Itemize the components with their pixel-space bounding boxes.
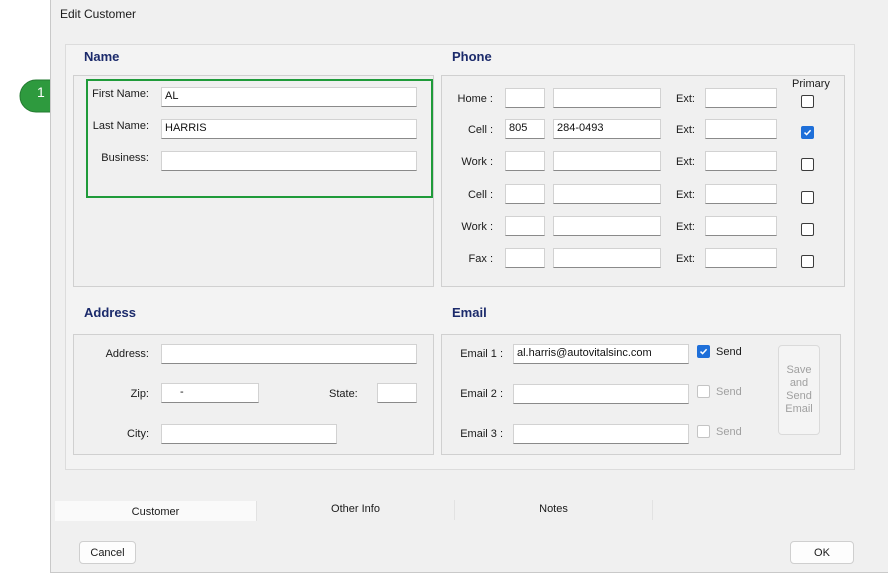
phone-number-input[interactable] bbox=[553, 88, 661, 108]
phone-ext-input[interactable] bbox=[705, 119, 777, 139]
city-input[interactable] bbox=[161, 424, 337, 444]
first-name-label: First Name: bbox=[92, 88, 149, 100]
email-row-label: Email 1 : bbox=[460, 348, 503, 360]
cancel-button[interactable]: Cancel bbox=[79, 541, 136, 564]
email-input[interactable] bbox=[513, 384, 689, 404]
save-button-line-2: and bbox=[789, 377, 809, 389]
email-row-label: Email 2 : bbox=[460, 388, 503, 400]
phone-row-label: Work : bbox=[461, 156, 493, 168]
phone-ext-label: Ext: bbox=[676, 124, 695, 136]
city-label: City: bbox=[127, 428, 149, 440]
email-input[interactable] bbox=[513, 424, 689, 444]
phone-primary-checkbox[interactable] bbox=[801, 158, 814, 171]
primary-header: Primary bbox=[792, 78, 830, 90]
business-input[interactable] bbox=[161, 151, 417, 171]
phone-ext-label: Ext: bbox=[676, 221, 695, 233]
phone-area-code-input[interactable] bbox=[505, 248, 545, 268]
phone-number-input[interactable] bbox=[553, 216, 661, 236]
phone-number-input[interactable] bbox=[553, 151, 661, 171]
email-send-label: Send bbox=[716, 386, 742, 398]
phone-primary-checkbox[interactable] bbox=[801, 255, 814, 268]
phone-ext-input[interactable] bbox=[705, 151, 777, 171]
phone-row-label: Fax : bbox=[468, 253, 493, 265]
phone-ext-label: Ext: bbox=[676, 93, 695, 105]
state-label: State: bbox=[329, 388, 358, 400]
phone-ext-input[interactable] bbox=[705, 248, 777, 268]
tab-customer[interactable]: Customer bbox=[55, 501, 257, 521]
phone-area-code-input[interactable] bbox=[505, 184, 545, 204]
tab-notes[interactable]: Notes bbox=[455, 500, 653, 520]
window-title: Edit Customer bbox=[60, 7, 137, 21]
phone-area-code-input[interactable] bbox=[505, 151, 545, 171]
ok-button[interactable]: OK bbox=[790, 541, 854, 564]
phone-area-code-input[interactable]: 805 bbox=[505, 119, 545, 139]
email-send-label: Send bbox=[716, 426, 742, 438]
step-callout-number: 1 bbox=[37, 84, 45, 100]
address-section-title: Address bbox=[84, 305, 137, 320]
phone-row-label: Cell : bbox=[467, 189, 493, 201]
email-send-checkbox bbox=[697, 425, 710, 438]
save-button-line-3: Send bbox=[786, 390, 812, 402]
phone-area-code-input[interactable] bbox=[505, 88, 545, 108]
first-name-input[interactable]: AL bbox=[161, 87, 417, 107]
phone-primary-checkbox[interactable] bbox=[801, 191, 814, 204]
phone-ext-label: Ext: bbox=[676, 253, 695, 265]
phone-ext-input[interactable] bbox=[705, 88, 777, 108]
business-label: Business: bbox=[101, 152, 149, 164]
zip-label: Zip: bbox=[130, 388, 149, 400]
email-section-title: Email bbox=[452, 305, 487, 320]
address-label: Address: bbox=[105, 348, 149, 360]
email-send-checkbox[interactable] bbox=[697, 345, 710, 358]
save-button-line-4: Email bbox=[785, 403, 813, 415]
phone-row-label: Cell : bbox=[467, 124, 493, 136]
phone-primary-checkbox[interactable] bbox=[801, 223, 814, 236]
last-name-input[interactable]: HARRIS bbox=[161, 119, 417, 139]
address-input[interactable] bbox=[161, 344, 417, 364]
email-row-label: Email 3 : bbox=[460, 428, 503, 440]
phone-number-input[interactable]: 284-0493 bbox=[553, 119, 661, 139]
phone-primary-checkbox[interactable] bbox=[801, 126, 814, 139]
phone-ext-input[interactable] bbox=[705, 184, 777, 204]
save-button-line-1: Save bbox=[786, 364, 812, 376]
phone-number-input[interactable] bbox=[553, 248, 661, 268]
title-bar: Edit Customer bbox=[51, 0, 888, 26]
zip-input[interactable]: - bbox=[161, 383, 259, 403]
phone-row-label: Work : bbox=[461, 221, 493, 233]
phone-ext-label: Ext: bbox=[676, 156, 695, 168]
phone-row-label: Home : bbox=[457, 93, 493, 105]
state-input[interactable] bbox=[377, 383, 417, 403]
name-section-title: Name bbox=[84, 49, 120, 64]
phone-ext-label: Ext: bbox=[676, 189, 695, 201]
edit-customer-window: Edit Customer Name First Name: AL Last N… bbox=[50, 0, 888, 573]
tab-other-info[interactable]: Other Info bbox=[257, 500, 455, 520]
phone-section-title: Phone bbox=[452, 49, 492, 64]
last-name-label: Last Name: bbox=[92, 120, 149, 132]
phone-area-code-input[interactable] bbox=[505, 216, 545, 236]
email-send-label: Send bbox=[716, 346, 742, 358]
phone-ext-input[interactable] bbox=[705, 216, 777, 236]
email-send-checkbox bbox=[697, 385, 710, 398]
phone-number-input[interactable] bbox=[553, 184, 661, 204]
email-input[interactable]: al.harris@autovitalsinc.com bbox=[513, 344, 689, 364]
phone-primary-checkbox[interactable] bbox=[801, 95, 814, 108]
save-and-send-email-button[interactable]: Save and Send Email bbox=[778, 345, 820, 435]
